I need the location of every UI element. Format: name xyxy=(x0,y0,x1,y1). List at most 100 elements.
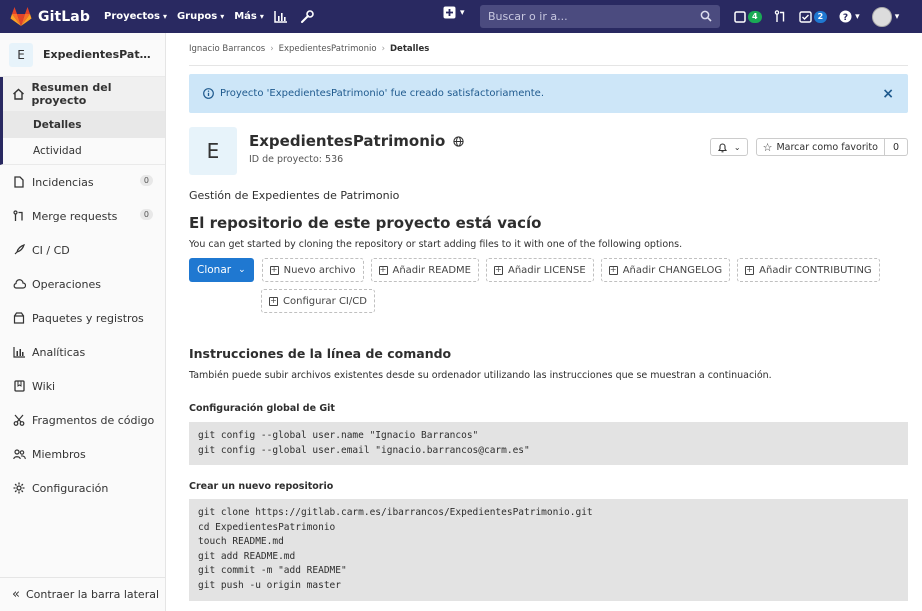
sidebar-item-snippets[interactable]: Fragmentos de código xyxy=(0,403,165,437)
notification-dropdown[interactable]: ⌄ xyxy=(709,138,748,156)
sidebar-item-operations[interactable]: Operaciones xyxy=(0,267,165,301)
project-sidebar: E ExpedientesPatrimonio Resumen del proy… xyxy=(0,33,166,611)
sidebar-subitem-activity[interactable]: Actividad xyxy=(0,138,165,165)
gitlab-tanuki-icon xyxy=(10,6,32,26)
add-contributing-button[interactable]: + Añadir CONTRIBUTING xyxy=(737,258,880,282)
nav-projects[interactable]: Proyectos ▾ xyxy=(104,11,167,22)
close-icon[interactable]: × xyxy=(882,86,894,102)
repo-actions: Clonar ⌄ + Nuevo archivo + Añadir README +… xyxy=(189,258,908,320)
sidebar-item-packages[interactable]: Paquetes y registros xyxy=(0,301,165,335)
sidebar-item-label: CI / CD xyxy=(32,243,70,257)
chevron-down-icon: ▾ xyxy=(460,7,465,18)
chevron-down-icon: ▾ xyxy=(220,12,225,21)
setup-ci-cd-button[interactable]: + Configurar CI/CD xyxy=(261,289,375,313)
nav-groups-label: Grupos xyxy=(176,11,218,22)
wrench-icon[interactable] xyxy=(300,9,314,24)
sidebar-item-ci-cd[interactable]: CI / CD xyxy=(0,233,165,267)
info-icon xyxy=(203,88,214,99)
star-icon: ☆ xyxy=(762,140,773,154)
sidebar-item-wiki[interactable]: Wiki xyxy=(0,369,165,403)
user-avatar xyxy=(871,6,892,27)
project-title: ExpedientesPatrimonio xyxy=(249,132,446,150)
todos-button[interactable]: 4 xyxy=(734,10,762,23)
sidebar-item-issues[interactable]: Incidencias 0 xyxy=(0,165,165,199)
nav-more[interactable]: Más ▾ xyxy=(234,11,264,22)
package-icon xyxy=(12,311,26,325)
new-repo-title: Crear un nuevo repositorio xyxy=(189,481,334,492)
new-file-label: Nuevo archivo xyxy=(283,264,356,276)
book-icon xyxy=(12,379,26,393)
plus-square-icon: + xyxy=(745,265,755,275)
analytics-icon[interactable] xyxy=(274,10,288,23)
add-readme-button[interactable]: + Añadir README xyxy=(370,258,479,282)
user-menu[interactable]: ▾ xyxy=(871,6,900,27)
sidebar-item-members[interactable]: Miembros xyxy=(0,437,165,471)
cli-instructions-subtitle: También puede subir archivos existentes … xyxy=(189,370,772,381)
scissors-icon xyxy=(12,413,26,427)
issues-count: 2 xyxy=(813,10,828,23)
chevron-down-icon: ▾ xyxy=(894,11,900,22)
sidebar-item-analytics[interactable]: Analíticas xyxy=(0,335,165,369)
sidebar-item-overview[interactable]: Resumen del proyecto xyxy=(0,77,165,111)
sidebar-item-label: Resumen del proyecto xyxy=(31,81,112,107)
new-item-dropdown[interactable]: ▾ xyxy=(443,6,465,19)
sidebar-item-settings[interactable]: Configuración xyxy=(0,471,165,505)
add-license-button[interactable]: + Añadir LICENSE xyxy=(485,258,594,282)
sidebar-item-merge-requests[interactable]: Merge requests 0 xyxy=(0,199,165,233)
breadcrumb-current[interactable]: Detalles xyxy=(390,44,429,54)
add-readme-label: Añadir README xyxy=(392,264,471,276)
add-changelog-button[interactable]: + Añadir CHANGELOG xyxy=(600,258,731,282)
star-count[interactable]: 0 xyxy=(884,138,908,156)
sidebar-item-label: Incidencias xyxy=(32,175,94,189)
add-license-label: Añadir LICENSE xyxy=(507,264,586,276)
code-line: git commit -m "add README" xyxy=(198,565,347,576)
top-navbar: GitLab Proyectos ▾ Grupos ▾ Más ▾ ▾ Buscar … xyxy=(0,0,922,33)
search-placeholder: Buscar o ir a... xyxy=(488,10,568,23)
code-line: git config --global user.name "Ignacio B… xyxy=(198,430,479,441)
help-dropdown[interactable]: ? ▾ xyxy=(839,10,860,23)
analytics-icon xyxy=(12,345,26,359)
breadcrumb-user[interactable]: Ignacio Barrancos xyxy=(189,44,265,54)
plus-square-icon xyxy=(443,6,456,19)
nav-more-label: Más xyxy=(234,11,257,22)
chevron-right-icon: › xyxy=(270,44,274,54)
add-changelog-label: Añadir CHANGELOG xyxy=(622,264,723,276)
project-id: ID de proyecto: 536 xyxy=(249,154,344,165)
cli-instructions-title: Instrucciones de la línea de comando xyxy=(189,346,452,361)
clone-button[interactable]: Clonar ⌄ xyxy=(189,258,254,282)
issues-count-badge: 0 xyxy=(139,175,153,186)
globe-icon xyxy=(453,135,464,147)
git-global-setup-title: Configuración global de Git xyxy=(189,403,335,414)
collapse-sidebar-button[interactable]: « Contraer la barra lateral xyxy=(0,577,165,611)
users-icon xyxy=(12,447,26,461)
chevron-down-icon: ▾ xyxy=(855,11,860,22)
sidebar-item-label: Operaciones xyxy=(32,277,101,291)
git-global-setup-code: git config --global user.name "Ignacio B… xyxy=(189,422,908,465)
todo-icon xyxy=(734,10,746,23)
sidebar-item-label: Configuración xyxy=(32,481,109,495)
star-button[interactable]: ☆ Marcar como favorito xyxy=(755,138,885,156)
merge-request-icon xyxy=(12,209,26,223)
new-file-button[interactable]: + Nuevo archivo xyxy=(261,258,364,282)
code-line: touch README.md xyxy=(198,536,284,547)
sidebar-project-header[interactable]: E ExpedientesPatrimonio xyxy=(0,33,165,77)
project-avatar-large: E xyxy=(189,127,237,175)
double-chevron-left-icon: « xyxy=(12,587,20,602)
home-icon xyxy=(12,87,25,101)
nav-groups[interactable]: Grupos ▾ xyxy=(177,11,224,22)
code-line: git clone https://gitlab.carm.es/ibarran… xyxy=(198,507,593,518)
breadcrumb-project[interactable]: ExpedientesPatrimonio xyxy=(279,44,377,54)
sidebar-item-label: Fragmentos de código xyxy=(32,413,155,427)
merge-requests-count-badge: 0 xyxy=(139,209,153,220)
search-input[interactable]: Buscar o ir a... xyxy=(480,5,720,28)
breadcrumb: Ignacio Barrancos › ExpedientesPatrimoni… xyxy=(189,33,908,66)
merge-requests-button[interactable] xyxy=(774,10,787,23)
new-repo-code: git clone https://gitlab.carm.es/ibarran… xyxy=(189,499,908,601)
gitlab-logo[interactable]: GitLab xyxy=(10,6,90,27)
plus-square-icon: + xyxy=(269,296,278,306)
empty-repo-title: El repositorio de este proyecto está vac… xyxy=(189,214,542,232)
chevron-down-icon: ⌄ xyxy=(238,265,246,275)
issues-button[interactable]: 2 xyxy=(798,10,828,23)
empty-repo-subtitle: You can get started by cloning the repos… xyxy=(189,239,683,250)
sidebar-subitem-details[interactable]: Detalles xyxy=(0,111,165,138)
